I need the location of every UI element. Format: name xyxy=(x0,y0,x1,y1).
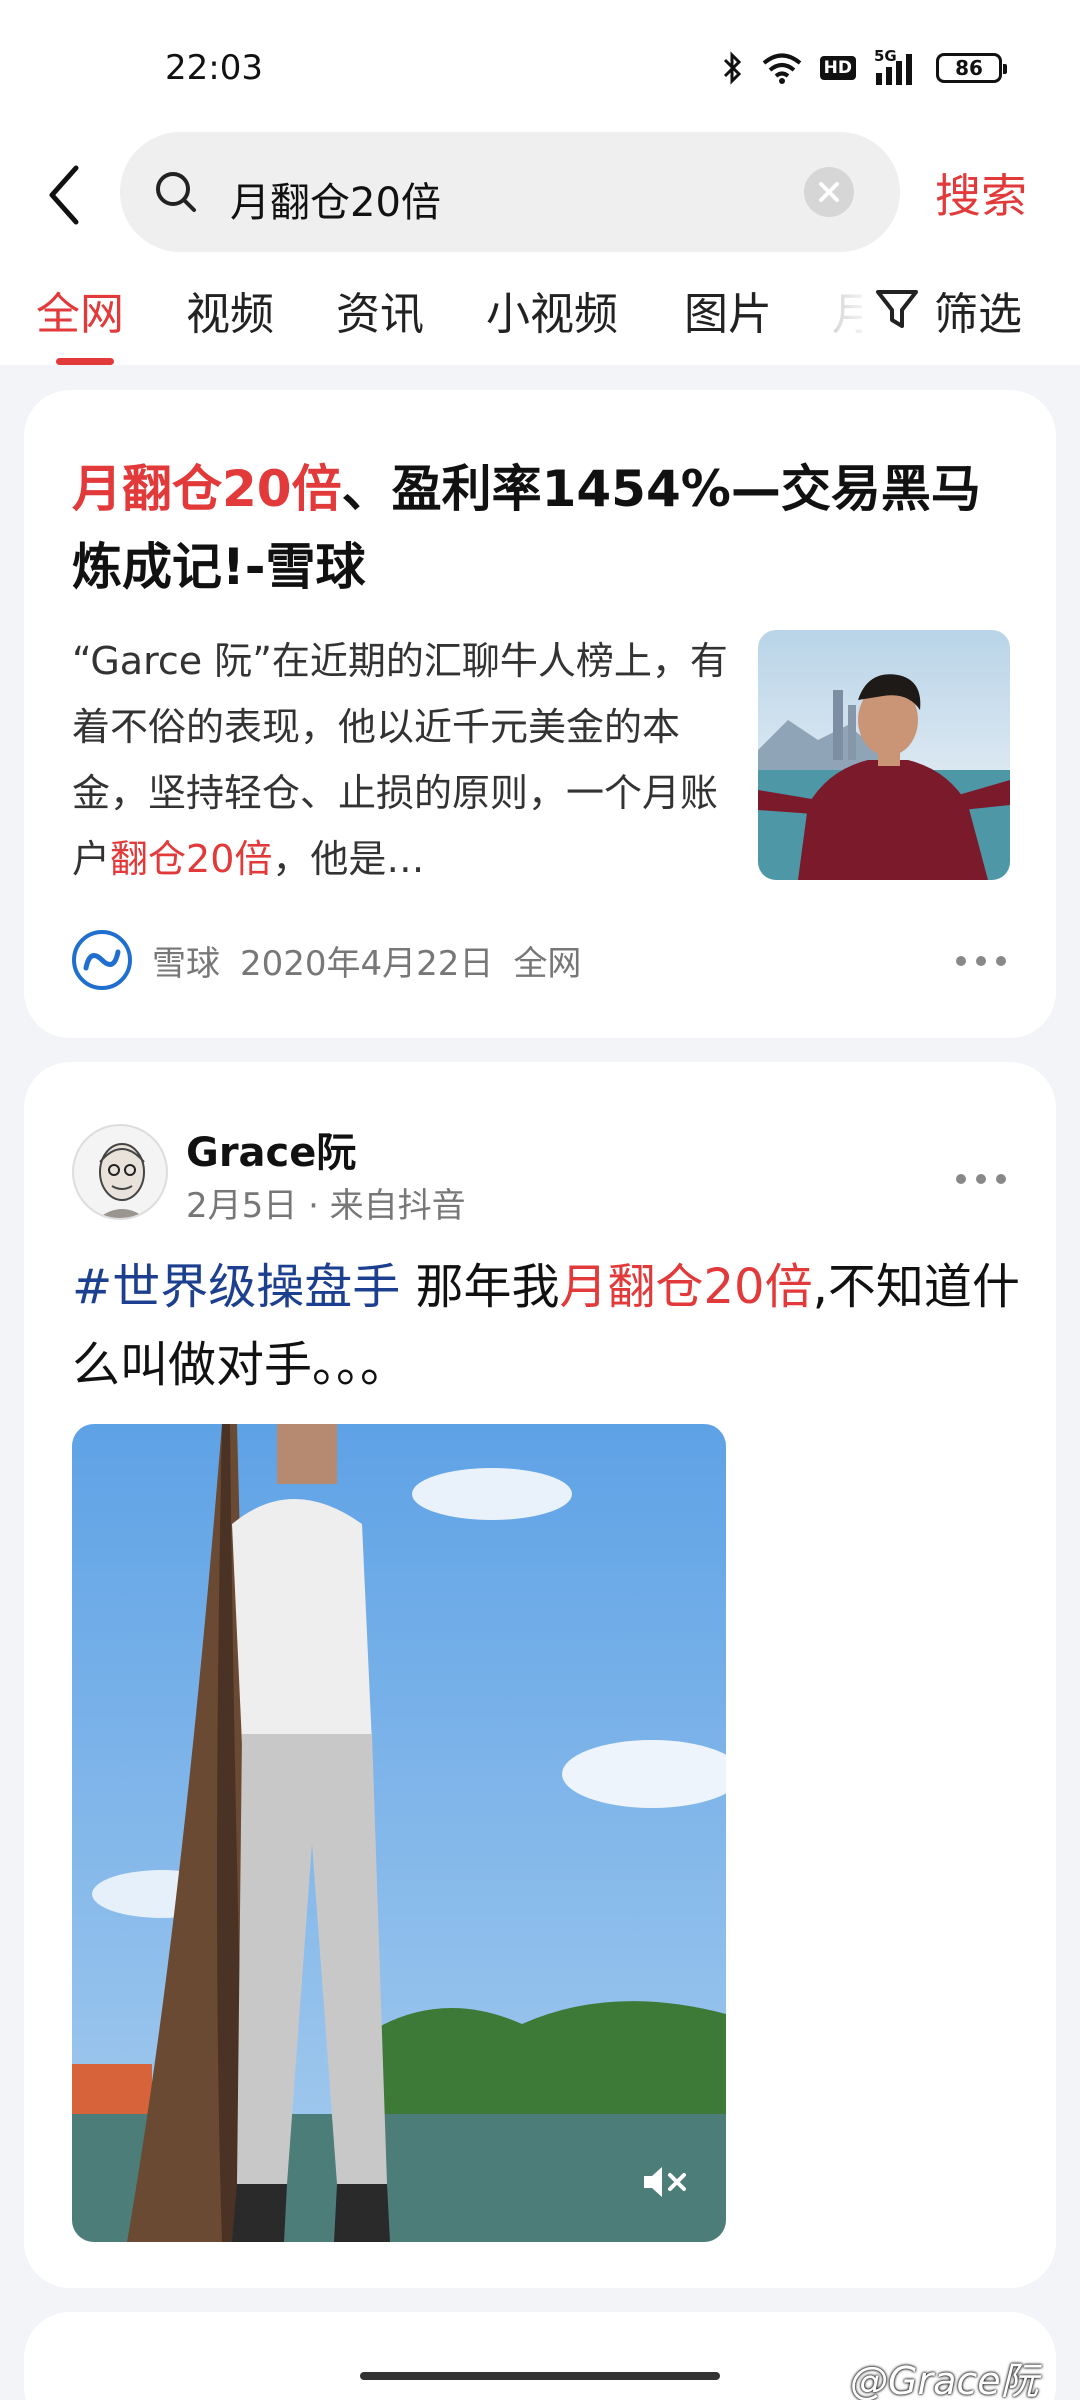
more-options-button[interactable] xyxy=(956,1174,1006,1186)
post-meta: 2月5日 · 来自抖音 xyxy=(186,1186,466,1226)
search-query[interactable]: 月翻仓20倍 xyxy=(230,170,441,228)
hashtag-link[interactable]: #世界级操盘手 xyxy=(72,1259,400,1315)
search-input[interactable]: 月翻仓20倍 xyxy=(120,132,900,252)
more-options-button[interactable] xyxy=(956,956,1006,968)
close-icon xyxy=(819,182,839,202)
avatar[interactable] xyxy=(72,1124,168,1220)
article-meta: 雪球 2020年4月22日 全网 xyxy=(72,930,581,990)
watermark: @Grace阮 xyxy=(850,2359,1039,2400)
filter-button[interactable]: 筛选 xyxy=(862,278,1022,358)
tab-video[interactable]: 视频 xyxy=(186,278,274,342)
filter-icon xyxy=(876,290,918,328)
search-result-article[interactable]: 月翻仓20倍、盈利率1454%—交易黑马炼成记!-雪球 “Garce 阮”在近期… xyxy=(24,390,1056,1038)
cellular-signal-icon: 5G xyxy=(874,47,918,85)
post-video[interactable] xyxy=(72,1424,726,2242)
article-date: 2020年4月22日 xyxy=(240,943,494,984)
article-thumbnail[interactable] xyxy=(758,630,1010,880)
source-logo-icon xyxy=(72,930,132,990)
status-icons: HD 5G 86 xyxy=(722,47,1007,88)
active-tab-indicator xyxy=(56,358,114,365)
tab-news[interactable]: 资讯 xyxy=(336,278,424,342)
article-summary: “Garce 阮”在近期的汇聊牛人榜上，有着不俗的表现，他以近千元美金的本金，坚… xyxy=(72,639,728,881)
hd-badge: HD xyxy=(819,56,856,80)
post-text[interactable]: #世界级操盘手 那年我月翻仓20倍,不知道什么叫做对手。。。 xyxy=(72,1248,1032,1404)
back-arrow-icon[interactable] xyxy=(40,160,90,230)
tab-all[interactable]: 全网 xyxy=(36,278,124,342)
home-indicator[interactable] xyxy=(360,2372,720,2380)
post-author[interactable]: Grace阮 xyxy=(186,1120,356,1178)
status-time: 22:03 xyxy=(165,48,263,88)
bluetooth-icon xyxy=(723,51,741,85)
search-button[interactable]: 搜索 xyxy=(935,160,1027,226)
article-title[interactable]: 月翻仓20倍、盈利率1454%—交易黑马炼成记!-雪球 xyxy=(72,450,1012,606)
search-icon xyxy=(156,172,196,212)
clear-search-button[interactable] xyxy=(804,167,854,217)
tab-images[interactable]: 图片 xyxy=(684,278,772,342)
status-bar: 22:03 HD 5G 86 xyxy=(0,0,1080,130)
filter-label: 筛选 xyxy=(934,289,1022,340)
search-result-post[interactable]: Grace阮 2月5日 · 来自抖音 #世界级操盘手 那年我月翻仓20倍,不知道… xyxy=(24,1062,1056,2288)
battery-icon: 86 xyxy=(936,53,1007,83)
tab-short-video[interactable]: 小视频 xyxy=(486,278,618,342)
mute-icon[interactable] xyxy=(640,2162,690,2202)
article-source: 雪球 xyxy=(152,943,220,984)
article-scope: 全网 xyxy=(513,943,582,984)
wifi-icon xyxy=(762,53,801,84)
